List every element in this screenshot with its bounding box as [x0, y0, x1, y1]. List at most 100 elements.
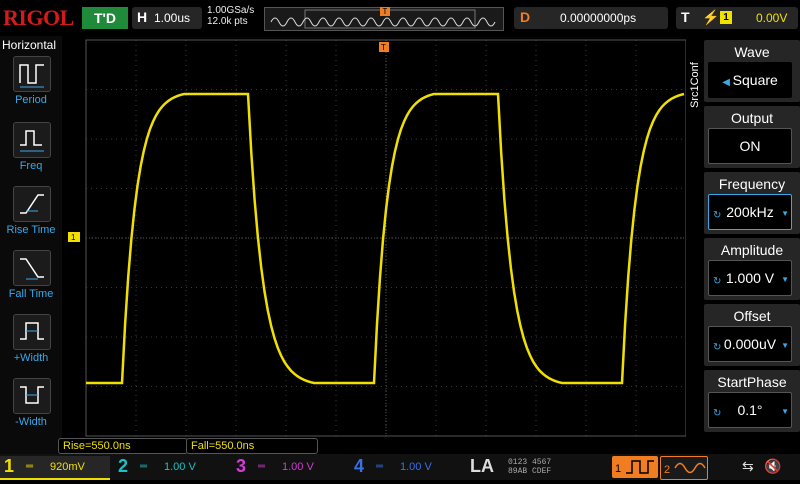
positive-width-icon: [13, 314, 51, 350]
frequency-title: Frequency: [718, 176, 786, 192]
start-phase-value[interactable]: ↻ ▼ 0.1°: [708, 392, 792, 428]
knob-icon: ↻: [713, 276, 722, 287]
timebase-label: H: [137, 9, 148, 25]
square-wave-icon: 1: [615, 460, 654, 475]
output-value[interactable]: ON: [708, 128, 792, 164]
knob-icon: ↻: [713, 408, 722, 419]
freq-label: Freq: [19, 160, 43, 172]
selector-arrow-icon: ◀: [722, 77, 733, 88]
sample-rate: 1.00GSa/s: [207, 5, 255, 16]
frequency-value[interactable]: ↻ ▼ 200kHz: [708, 194, 792, 230]
amplitude-title: Amplitude: [720, 242, 784, 258]
output-setting[interactable]: Output ON: [704, 106, 800, 168]
channel-2-box[interactable]: 2 ═ 1.00 V: [114, 456, 224, 478]
measure-rise-time-button[interactable]: Rise Time: [0, 186, 62, 248]
offset-setting[interactable]: Offset ↻ ▼ 0.000uV: [704, 304, 800, 366]
measure-negative-width-button[interactable]: -Width: [0, 378, 62, 440]
memory-depth: 12.0k pts: [207, 16, 248, 27]
logic-analyzer-label[interactable]: LA: [470, 456, 494, 477]
svg-text:Src1Conf: Src1Conf: [689, 61, 701, 108]
amplitude-value[interactable]: ↻ ▼ 1.000 V: [708, 260, 792, 296]
channel-3-box[interactable]: 3 ═ 1.00 V: [232, 456, 342, 478]
acquisition-info: 1.00GSa/s 12.0k pts: [207, 5, 254, 27]
dc-coupling-icon: ═: [26, 461, 34, 472]
speaker-muted-icon[interactable]: 🔇: [764, 458, 781, 475]
trigger-time-marker: T: [379, 42, 389, 52]
channel-1-scale: 920mV: [50, 461, 85, 473]
frequency-setting[interactable]: Frequency ↻ ▼ 200kHz: [704, 172, 800, 234]
knob-indicator-icon: ▼: [781, 341, 789, 350]
generator-settings-menu: Wave ◀ Square Output ON Frequency ↻ ▼ 20…: [704, 36, 800, 438]
offset-title: Offset: [733, 308, 771, 324]
start-phase-title: StartPhase: [717, 374, 787, 390]
logic-analyzer-channels: 0123 4567 89AB CDEF: [508, 458, 551, 476]
channel-3-number: 3: [236, 456, 247, 476]
amplitude-setting[interactable]: Amplitude ↻ ▼ 1.000 V: [704, 238, 800, 300]
channel-1-number: 1: [4, 456, 15, 476]
usb-icon: ⇆: [742, 458, 754, 474]
channel-1-box[interactable]: 1 ═ 920mV: [0, 456, 110, 480]
timebase-value: 1.00us: [154, 11, 191, 25]
dc-coupling-icon: ═: [376, 461, 384, 472]
svg-text:1: 1: [71, 233, 76, 242]
fall-time-icon: [13, 250, 51, 286]
channel-1-trace: [86, 92, 685, 385]
channel-status-bar: 1 ═ 920mV 2 ═ 1.00 V 3 ═ 1.00 V 4 ═ 1.00…: [0, 454, 800, 480]
rise-time-label: Rise Time: [6, 224, 56, 236]
svg-text:T: T: [381, 43, 386, 52]
period-label: Period: [15, 94, 47, 106]
knob-icon: ↻: [713, 342, 722, 353]
measure-freq-button[interactable]: Freq: [0, 122, 62, 184]
measure-category-title: Horizontal: [2, 38, 57, 52]
generator-1-button[interactable]: 1: [612, 456, 658, 478]
dc-coupling-icon: ═: [258, 461, 266, 472]
start-phase-setting[interactable]: StartPhase ↻ ▼ 0.1°: [704, 370, 800, 432]
channel-2-number: 2: [118, 456, 129, 476]
frequency-icon: [13, 122, 51, 158]
output-title: Output: [730, 110, 774, 126]
rise-time-icon: [13, 186, 51, 222]
delay-box[interactable]: D 0.00000000ps: [514, 7, 668, 29]
knob-indicator-icon: ▼: [781, 209, 789, 218]
graticule: [86, 40, 686, 436]
delay-label: D: [520, 9, 531, 25]
fall-time-measurement: Fall=550.0ns: [186, 438, 318, 454]
knob-indicator-icon: ▼: [781, 275, 789, 284]
channel-2-scale: 1.00 V: [164, 461, 196, 473]
measure-period-button[interactable]: Period: [0, 56, 62, 118]
trigger-position-marker: T: [380, 7, 390, 16]
timebase-box[interactable]: H 1.00us: [132, 7, 202, 29]
channel-3-scale: 1.00 V: [282, 461, 314, 473]
waveform-display[interactable]: 1 T T: [62, 36, 700, 438]
negative-width-label: -Width: [15, 416, 47, 428]
la-channels-row-1: 0123 4567: [508, 458, 552, 467]
knob-icon: ↻: [713, 210, 722, 221]
channel-4-box[interactable]: 4 ═ 1.00 V: [350, 456, 460, 478]
svg-text:1: 1: [615, 463, 621, 475]
rising-edge-icon: ⚡: [702, 9, 720, 25]
measure-side-menu: Horizontal Period Freq Rise Time Fall Ti…: [0, 36, 62, 454]
period-icon: [13, 56, 51, 92]
source-config-title: Src1Conf: [686, 50, 702, 110]
wave-setting[interactable]: Wave ◀ Square: [704, 40, 800, 102]
run-state-badge[interactable]: T'D: [82, 7, 128, 29]
channel-4-scale: 1.00 V: [400, 461, 432, 473]
positive-width-label: +Width: [13, 352, 49, 364]
sine-wave-icon: 2: [664, 462, 706, 476]
trigger-box[interactable]: T ⚡ 1 0.00V: [676, 7, 798, 29]
dc-coupling-icon: ═: [140, 461, 148, 472]
top-status-bar: RIGOL T'D H 1.00us 1.00GSa/s 12.0k pts T…: [0, 0, 800, 36]
channel-4-number: 4: [354, 456, 365, 476]
wave-value[interactable]: ◀ Square: [708, 62, 792, 98]
measure-positive-width-button[interactable]: +Width: [0, 314, 62, 376]
negative-width-icon: [13, 378, 51, 414]
trigger-level: 0.00V: [756, 11, 788, 25]
rigol-logo: RIGOL: [3, 5, 74, 30]
wave-title: Wave: [734, 44, 770, 60]
generator-2-button[interactable]: 2: [660, 456, 708, 480]
la-channels-row-2: 89AB CDEF: [508, 467, 552, 476]
offset-value[interactable]: ↻ ▼ 0.000uV: [708, 326, 792, 362]
measure-fall-time-button[interactable]: Fall Time: [0, 250, 62, 312]
fall-time-label: Fall Time: [8, 288, 54, 300]
svg-text:2: 2: [664, 464, 670, 476]
